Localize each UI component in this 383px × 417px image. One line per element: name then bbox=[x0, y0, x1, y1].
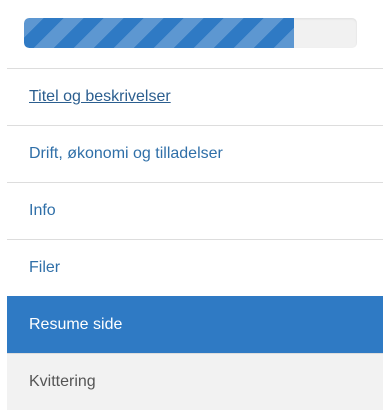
nav-item-label: Info bbox=[29, 202, 56, 219]
nav-item-label: Titel og beskrivelser bbox=[29, 88, 171, 105]
progress-bar-fill bbox=[24, 18, 294, 48]
nav-item-titel-og-beskrivelser[interactable]: Titel og beskrivelser bbox=[7, 68, 383, 125]
nav-item-drift-okonomi-tilladelser[interactable]: Drift, økonomi og tilladelser bbox=[7, 125, 383, 182]
nav-item-label: Resume side bbox=[29, 316, 123, 333]
nav-item-label: Filer bbox=[29, 259, 61, 276]
nav-item-label: Drift, økonomi og tilladelser bbox=[29, 145, 223, 162]
nav-item-resume-side[interactable]: Resume side bbox=[7, 296, 383, 353]
nav-item-filer[interactable]: Filer bbox=[7, 239, 383, 296]
nav-item-kvittering: Kvittering bbox=[7, 353, 383, 410]
nav-item-info[interactable]: Info bbox=[7, 182, 383, 239]
progress-bar bbox=[24, 18, 357, 48]
step-navigation: Titel og beskrivelser Drift, økonomi og … bbox=[7, 68, 383, 410]
nav-item-label: Kvittering bbox=[29, 373, 96, 390]
